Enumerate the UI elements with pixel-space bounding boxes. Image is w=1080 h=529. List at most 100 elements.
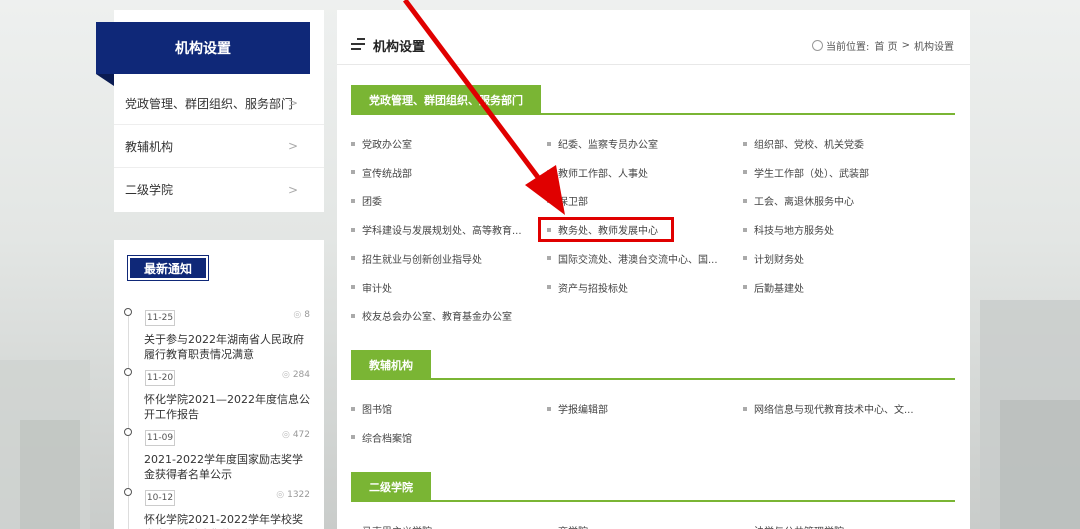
- timeline-dot-icon: [124, 488, 132, 496]
- department-link-label: 国际交流处、港澳台交流中心、国...: [558, 254, 718, 266]
- department-link[interactable]: 法学与公共管理学院: [743, 523, 844, 529]
- department-link-label: 学报编辑部: [558, 405, 608, 416]
- notice-views: ◎ 472: [282, 430, 310, 440]
- page-title: 机构设置: [373, 40, 426, 55]
- department-link[interactable]: 科技与地方服务处: [743, 222, 834, 237]
- notice-title-link[interactable]: 怀化学院2021-2022学年学校奖学金、优秀班集体、优: [144, 512, 312, 529]
- department-link-label: 马克思主义学院: [362, 523, 432, 529]
- bullet-icon: [351, 313, 355, 318]
- notice-view-count: 1322: [287, 490, 310, 500]
- department-link[interactable]: 后勤基建处: [743, 280, 804, 295]
- bullet-icon: [351, 256, 355, 261]
- breadcrumb-home-link[interactable]: 首 页: [874, 38, 897, 53]
- chevron-right-icon: >: [287, 139, 298, 153]
- main-header: 机构设置 当前位置: 首 页 > 机构设置: [337, 10, 970, 65]
- notice-title-link[interactable]: 关于参与2022年湖南省人民政府履行教育职责情况满意: [144, 332, 312, 362]
- bullet-icon: [351, 285, 355, 289]
- department-link[interactable]: 教师工作部、人事处: [547, 165, 648, 180]
- department-link[interactable]: 网络信息与现代教育技术中心、文...: [743, 401, 914, 416]
- department-link[interactable]: 宣传统战部: [351, 165, 412, 180]
- section-tab[interactable]: 党政管理、群团组织、服务部门: [351, 85, 541, 115]
- notice-date: 11-09: [145, 430, 175, 446]
- department-link[interactable]: 计划财务处: [743, 251, 804, 266]
- department-link[interactable]: 组织部、党校、机关党委: [743, 136, 864, 151]
- notice-view-count: 8: [304, 310, 310, 320]
- department-link[interactable]: 党政办公室: [351, 136, 412, 151]
- user-icon: [812, 40, 824, 51]
- bullet-icon: [351, 198, 355, 203]
- left-menu-item-label: 党政管理、群团组织、服务部门: [125, 96, 294, 111]
- department-link[interactable]: 纪委、监察专员办公室: [547, 136, 658, 151]
- department-link[interactable]: 招生就业与创新创业指导处: [351, 251, 482, 266]
- department-link-label: 审计处: [362, 283, 392, 295]
- left-menu-item-label: 二级学院: [125, 183, 174, 197]
- bullet-icon: [743, 227, 747, 232]
- section-tab[interactable]: 教辅机构: [351, 350, 431, 380]
- department-link[interactable]: 工会、离退休服务中心: [743, 193, 854, 208]
- notice-views: ◎ 1322: [276, 490, 310, 500]
- department-link-label: 校友总会办公室、教育基金办公室: [362, 312, 512, 324]
- department-link[interactable]: 国际交流处、港澳台交流中心、国...: [547, 251, 718, 266]
- left-menu-item-party-admin[interactable]: 党政管理、群团组织、服务部门 >: [114, 82, 324, 125]
- left-menu-item-teaching-aid[interactable]: 教辅机构 >: [114, 125, 324, 168]
- notice-title-link[interactable]: 2021-2022学年度国家励志奖学金获得者名单公示: [144, 452, 312, 482]
- chevron-right-icon: >: [287, 96, 298, 110]
- department-link-label: 学科建设与发展规划处、高等教育...: [362, 226, 522, 238]
- section-tab[interactable]: 二级学院: [351, 472, 431, 502]
- notice-date: 10-12: [145, 490, 175, 506]
- notice-view-count: 472: [292, 430, 310, 440]
- bullet-icon: [351, 227, 355, 232]
- left-menu-item-label: 教辅机构: [125, 139, 174, 154]
- bullet-icon: [547, 170, 551, 175]
- bullet-icon: [351, 170, 355, 175]
- breadcrumb-current[interactable]: 机构设置: [914, 38, 954, 53]
- bullet-icon: [743, 256, 747, 261]
- department-link-label: 宣传统战部: [362, 168, 412, 180]
- department-link[interactable]: 团委: [351, 193, 382, 208]
- section-header: 二级学院: [351, 472, 955, 502]
- timeline-line: [128, 310, 129, 529]
- notice-views: ◎ 8: [293, 310, 310, 320]
- menu-lines-icon: [351, 38, 365, 50]
- department-link[interactable]: 校友总会办公室、教育基金办公室: [351, 308, 512, 323]
- breadcrumb-separator: >: [901, 40, 910, 51]
- eye-icon: ◎: [293, 310, 302, 320]
- department-link[interactable]: 图书馆: [351, 401, 392, 416]
- background-building: [1000, 400, 1080, 529]
- left-menu-item-colleges[interactable]: 二级学院 >: [114, 168, 324, 211]
- bullet-icon: [351, 406, 355, 411]
- department-link[interactable]: 学科建设与发展规划处、高等教育...: [351, 222, 522, 237]
- title-fold-decoration: [96, 74, 114, 86]
- department-link-label: 教师工作部、人事处: [558, 168, 648, 180]
- bullet-icon: [743, 141, 747, 146]
- eye-icon: ◎: [281, 370, 290, 380]
- department-link[interactable]: 保卫部: [547, 193, 588, 208]
- timeline-dot-icon: [124, 428, 132, 436]
- department-link[interactable]: 综合档案馆: [351, 430, 412, 445]
- department-link[interactable]: 资产与招投标处: [547, 280, 628, 295]
- department-link-label: 工会、离退休服务中心: [754, 197, 854, 209]
- department-link[interactable]: 审计处: [351, 280, 392, 295]
- department-link[interactable]: 学报编辑部: [547, 401, 608, 416]
- breadcrumb: 当前位置: 首 页 > 机构设置: [812, 38, 954, 53]
- bullet-icon: [743, 285, 747, 289]
- department-link[interactable]: 学生工作部（处）、武装部: [743, 165, 869, 180]
- timeline-dot-icon: [124, 308, 132, 316]
- department-link-label: 纪委、监察专员办公室: [558, 140, 658, 151]
- section-header: 党政管理、群团组织、服务部门: [351, 85, 955, 115]
- notice-title-link[interactable]: 怀化学院2021—2022年度信息公开工作报告: [144, 392, 312, 422]
- department-link-label: 组织部、党校、机关党委: [754, 140, 864, 151]
- bullet-icon: [547, 141, 551, 146]
- department-link[interactable]: 商学院: [547, 523, 588, 529]
- bullet-icon: [547, 406, 551, 411]
- highlight-box: [538, 217, 674, 242]
- department-link[interactable]: 马克思主义学院: [351, 523, 432, 529]
- notice-date: 11-25: [145, 310, 175, 326]
- bullet-icon: [547, 256, 551, 261]
- department-link-label: 法学与公共管理学院: [754, 523, 844, 529]
- notice-date: 11-20: [145, 370, 175, 386]
- left-menu-title: 机构设置: [96, 22, 310, 74]
- timeline-dot-icon: [124, 368, 132, 376]
- notices-title: 最新通知: [127, 255, 209, 281]
- department-link-label: 综合档案馆: [362, 433, 412, 445]
